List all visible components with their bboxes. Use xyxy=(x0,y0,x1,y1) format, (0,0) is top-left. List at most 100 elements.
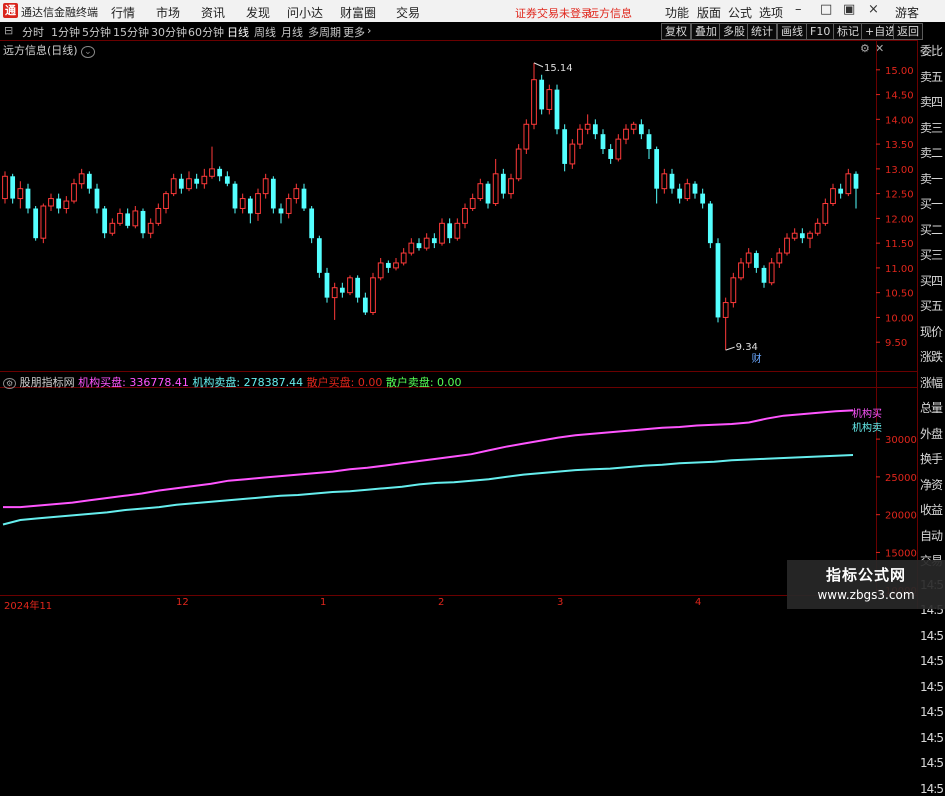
candle[interactable] xyxy=(569,139,576,169)
candle[interactable] xyxy=(454,218,461,241)
candle[interactable] xyxy=(170,173,177,197)
quote-panel-label[interactable]: 14:5 xyxy=(920,680,944,694)
candle[interactable] xyxy=(377,258,384,281)
candle[interactable] xyxy=(447,218,453,244)
candle[interactable] xyxy=(715,238,721,323)
candle[interactable] xyxy=(48,193,54,211)
candle[interactable] xyxy=(768,258,775,286)
candle[interactable] xyxy=(132,206,139,229)
candle[interactable] xyxy=(485,181,491,209)
candle[interactable] xyxy=(385,260,391,273)
candle[interactable] xyxy=(661,168,668,194)
candle[interactable] xyxy=(669,168,675,194)
candle[interactable] xyxy=(217,166,223,182)
candle[interactable] xyxy=(814,218,821,236)
candle[interactable] xyxy=(853,171,859,209)
candle[interactable] xyxy=(730,272,737,308)
candle[interactable] xyxy=(347,275,353,296)
candle[interactable] xyxy=(753,250,759,273)
candle[interactable] xyxy=(331,282,338,320)
candle[interactable] xyxy=(370,272,376,315)
candle[interactable] xyxy=(155,203,162,226)
candle[interactable] xyxy=(423,233,430,251)
candle[interactable] xyxy=(201,168,208,189)
candle[interactable] xyxy=(638,119,644,140)
candle[interactable] xyxy=(791,228,798,241)
candle[interactable] xyxy=(362,292,368,315)
candle[interactable] xyxy=(562,124,568,172)
quote-panel-label[interactable]: 14:5 xyxy=(920,782,944,796)
candle[interactable] xyxy=(623,124,629,145)
quote-panel-label[interactable]: 14:5 xyxy=(920,629,944,643)
candle[interactable] xyxy=(431,233,437,249)
candle[interactable] xyxy=(592,119,598,140)
candle[interactable] xyxy=(838,183,844,199)
candle[interactable] xyxy=(285,193,292,219)
candle[interactable] xyxy=(700,188,706,209)
candle[interactable] xyxy=(324,267,330,303)
candle[interactable] xyxy=(539,74,545,115)
candle[interactable] xyxy=(692,181,698,199)
quote-panel-label[interactable]: 14:5 xyxy=(920,705,944,719)
candle[interactable] xyxy=(355,275,361,303)
candle[interactable] xyxy=(309,206,315,244)
candle[interactable] xyxy=(584,114,591,135)
candle[interactable] xyxy=(523,119,530,154)
candle[interactable] xyxy=(78,168,85,189)
candle[interactable] xyxy=(654,146,660,204)
candle[interactable] xyxy=(684,178,691,202)
candle[interactable] xyxy=(247,196,253,224)
indicator-settings-icon[interactable]: ⚙ xyxy=(3,378,17,389)
candle[interactable] xyxy=(63,196,70,214)
candle[interactable] xyxy=(784,233,790,256)
candle[interactable] xyxy=(531,62,537,130)
candle[interactable] xyxy=(125,208,131,229)
indicator-name[interactable]: 股朋指标网 xyxy=(20,376,75,389)
candle[interactable] xyxy=(109,218,116,236)
candle[interactable] xyxy=(224,171,230,187)
candle[interactable] xyxy=(462,203,468,229)
candle[interactable] xyxy=(807,230,813,249)
candle[interactable] xyxy=(140,208,146,239)
candle[interactable] xyxy=(677,183,683,204)
candle[interactable] xyxy=(186,171,192,192)
candle[interactable] xyxy=(738,258,744,281)
candle[interactable] xyxy=(439,218,445,246)
candle[interactable] xyxy=(102,206,108,239)
candle[interactable] xyxy=(71,178,77,204)
candle[interactable] xyxy=(147,218,154,239)
candle[interactable] xyxy=(722,297,729,351)
candle[interactable] xyxy=(845,168,852,197)
candle[interactable] xyxy=(477,178,484,202)
candle[interactable] xyxy=(56,193,62,214)
candle[interactable] xyxy=(293,183,300,204)
candle[interactable] xyxy=(239,193,246,214)
candle[interactable] xyxy=(194,173,200,189)
candle[interactable] xyxy=(178,173,184,194)
candle[interactable] xyxy=(301,183,307,211)
candle[interactable] xyxy=(554,84,560,135)
candle[interactable] xyxy=(255,188,261,221)
candle[interactable] xyxy=(408,238,415,256)
candle[interactable] xyxy=(492,158,499,206)
quote-panel-label[interactable]: 自动 xyxy=(920,527,943,544)
candle[interactable] xyxy=(33,206,39,241)
candle[interactable] xyxy=(500,168,506,199)
candle[interactable] xyxy=(508,173,514,199)
candle[interactable] xyxy=(163,191,169,214)
candle[interactable] xyxy=(262,173,269,199)
candle[interactable] xyxy=(393,258,399,271)
candle[interactable] xyxy=(515,144,522,182)
candle[interactable] xyxy=(745,248,752,268)
candle[interactable] xyxy=(40,203,47,244)
candle[interactable] xyxy=(822,198,829,226)
candle[interactable] xyxy=(646,129,652,159)
candle[interactable] xyxy=(94,183,100,214)
candle[interactable] xyxy=(830,183,836,206)
candle[interactable] xyxy=(117,208,123,226)
candle[interactable] xyxy=(707,201,713,249)
candle[interactable] xyxy=(339,282,345,298)
candle[interactable] xyxy=(608,144,614,164)
quote-panel-label[interactable]: 14:5 xyxy=(920,731,944,745)
candle[interactable] xyxy=(600,129,606,154)
